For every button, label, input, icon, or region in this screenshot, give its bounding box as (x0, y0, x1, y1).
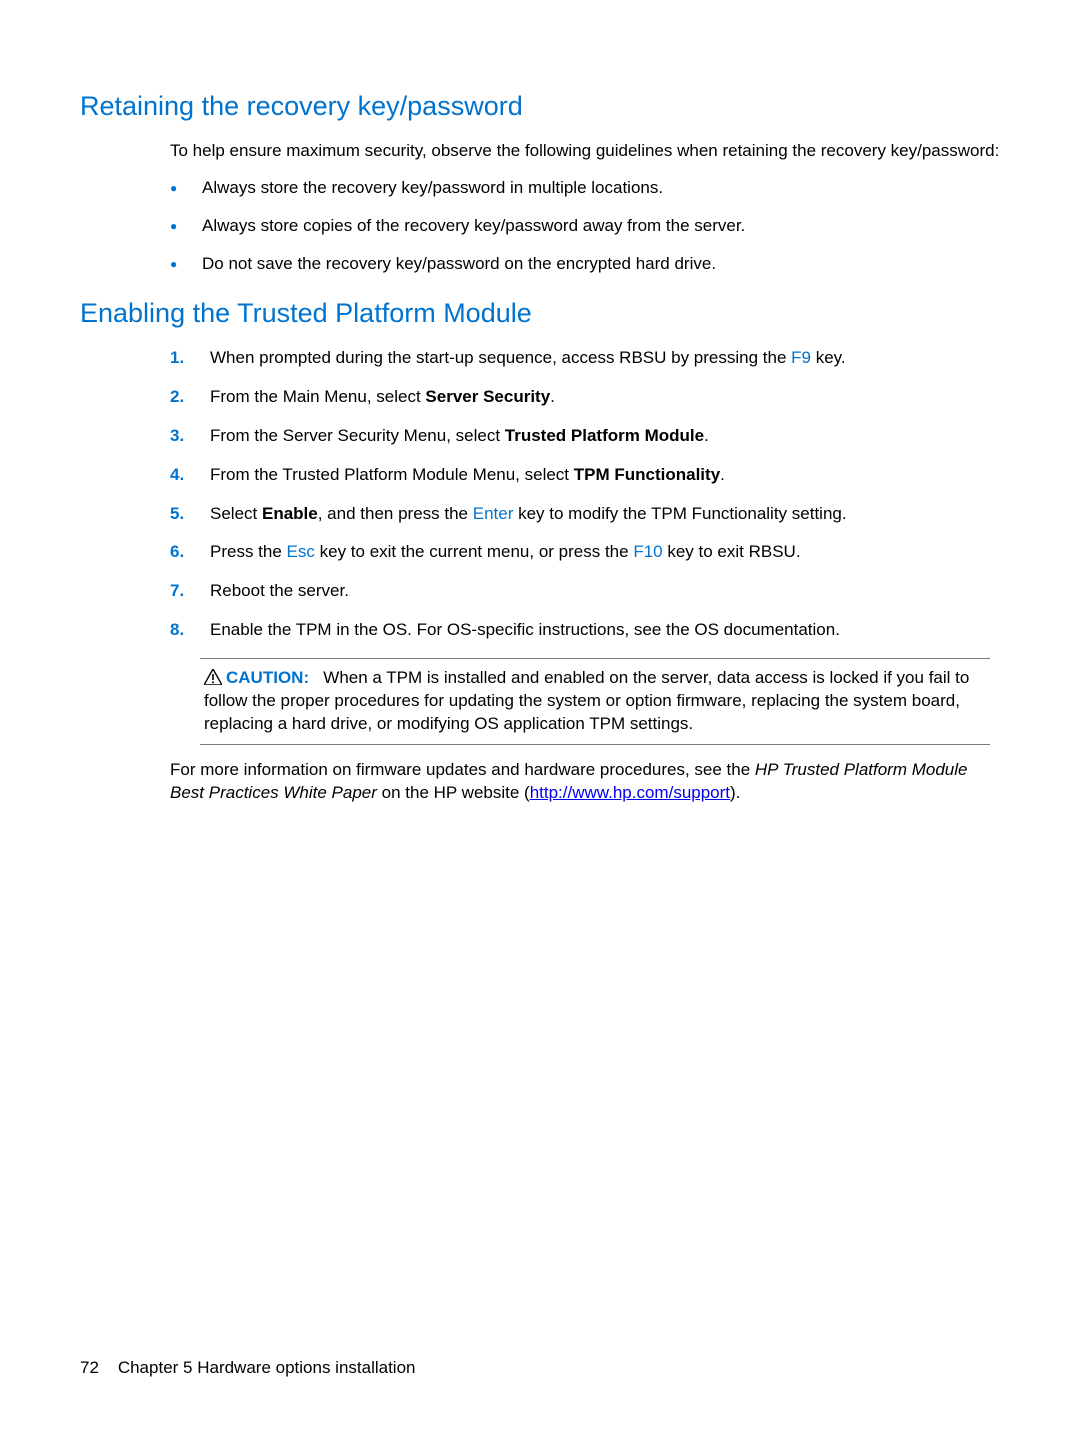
step-text: key to modify the TPM Functionality sett… (513, 504, 846, 523)
caution-box: CAUTION: When a TPM is installed and ena… (200, 658, 990, 745)
list-item: From the Main Menu, select Server Securi… (170, 386, 1000, 409)
section-heading-retaining: Retaining the recovery key/password (80, 91, 1000, 122)
step-text: . (550, 387, 555, 406)
list-item: From the Server Security Menu, select Tr… (170, 425, 1000, 448)
caution-label: CAUTION: (226, 668, 309, 687)
step-text: From the Server Security Menu, select (210, 426, 505, 445)
list-item: Enable the TPM in the OS. For OS-specifi… (170, 619, 1000, 642)
bold-text: Trusted Platform Module (505, 426, 704, 445)
step-text: From the Main Menu, select (210, 387, 425, 406)
caution-body: When a TPM is installed and enabled on t… (204, 668, 969, 733)
section-heading-tpm: Enabling the Trusted Platform Module (80, 298, 1000, 329)
list-item: Reboot the server. (170, 580, 1000, 603)
step-text: . (704, 426, 709, 445)
bold-text: TPM Functionality (574, 465, 720, 484)
step-text: , and then press the (318, 504, 473, 523)
list-item: Press the Esc key to exit the current me… (170, 541, 1000, 564)
moreinfo-text: ). (730, 783, 740, 802)
key-f10: F10 (633, 542, 662, 561)
key-esc: Esc (287, 542, 315, 561)
chapter-label: Chapter 5 Hardware options installation (118, 1358, 416, 1377)
step-text: When prompted during the start-up sequen… (210, 348, 791, 367)
list-item: Select Enable, and then press the Enter … (170, 503, 1000, 526)
support-link[interactable]: http://www.hp.com/support (530, 783, 730, 802)
list-item: Do not save the recovery key/password on… (170, 253, 1000, 276)
list-item: Always store copies of the recovery key/… (170, 215, 1000, 238)
bold-text: Server Security (425, 387, 550, 406)
step-text: key to exit the current menu, or press t… (315, 542, 633, 561)
step-text: key. (811, 348, 846, 367)
step-text: key to exit RBSU. (663, 542, 801, 561)
more-info-paragraph: For more information on firmware updates… (170, 759, 1000, 805)
list-item: From the Trusted Platform Module Menu, s… (170, 464, 1000, 487)
list-item: Always store the recovery key/password i… (170, 177, 1000, 200)
tpm-steps: When prompted during the start-up sequen… (170, 347, 1000, 643)
page-footer: 72 Chapter 5 Hardware options installati… (80, 1358, 416, 1378)
moreinfo-text: For more information on firmware updates… (170, 760, 755, 779)
step-text: Select (210, 504, 262, 523)
step-text: Press the (210, 542, 287, 561)
caution-text: CAUTION: When a TPM is installed and ena… (204, 667, 986, 736)
page-number: 72 (80, 1358, 99, 1377)
list-item: When prompted during the start-up sequen… (170, 347, 1000, 370)
section1-intro: To help ensure maximum security, observe… (170, 140, 1000, 163)
key-f9: F9 (791, 348, 811, 367)
step-text: From the Trusted Platform Module Menu, s… (210, 465, 574, 484)
bold-text: Enable (262, 504, 318, 523)
moreinfo-text: on the HP website ( (377, 783, 530, 802)
recovery-key-bullets: Always store the recovery key/password i… (170, 177, 1000, 276)
key-enter: Enter (473, 504, 514, 523)
caution-icon (204, 669, 222, 685)
step-text: . (720, 465, 725, 484)
